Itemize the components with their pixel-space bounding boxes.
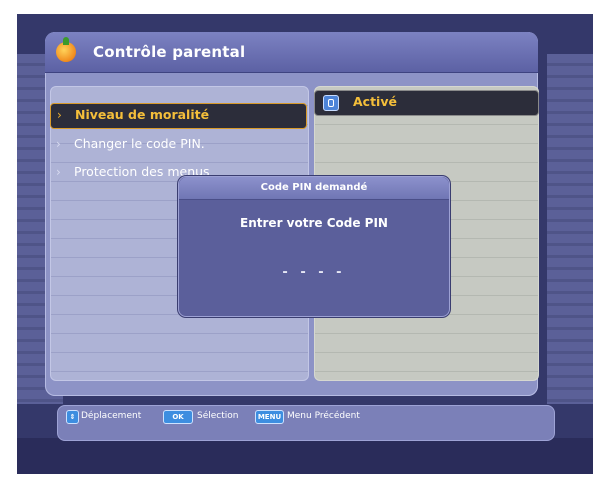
up-down-arrow-icon: ⇕ <box>66 410 79 424</box>
help-back-label: Menu Précédent <box>287 411 360 421</box>
help-select-label: Sélection <box>197 411 239 421</box>
bottom-band <box>17 438 593 474</box>
value-label: Activé <box>353 94 397 109</box>
dialog-title: Code PIN demandé <box>260 182 368 193</box>
menu-item-moral-level[interactable]: › Niveau de moralité <box>50 103 307 129</box>
menu-item-label: Niveau de moralité <box>75 107 210 122</box>
page-title: Contrôle parental <box>93 43 246 61</box>
ok-key: OK <box>163 410 193 424</box>
chevron-right-icon: › <box>57 108 62 122</box>
pin-input[interactable]: - - - - <box>179 265 449 280</box>
info-icon <box>323 95 339 111</box>
chevron-right-icon: › <box>56 165 61 179</box>
menu-item-label: Changer le code PIN. <box>74 136 205 151</box>
pin-dialog: Code PIN demandé Entrer votre Code PIN -… <box>178 176 450 317</box>
help-move-label: Déplacement <box>81 411 142 421</box>
orange-fruit-icon <box>56 42 76 62</box>
menu-key: MENU <box>255 410 284 424</box>
menu-item-change-pin[interactable]: › Changer le code PIN. <box>50 133 307 157</box>
leaf-icon <box>63 37 69 45</box>
value-row-activated[interactable]: Activé <box>314 90 539 116</box>
chevron-right-icon: › <box>56 137 61 151</box>
dialog-message: Entrer votre Code PIN <box>240 216 388 230</box>
right-stripes <box>547 54 593 404</box>
